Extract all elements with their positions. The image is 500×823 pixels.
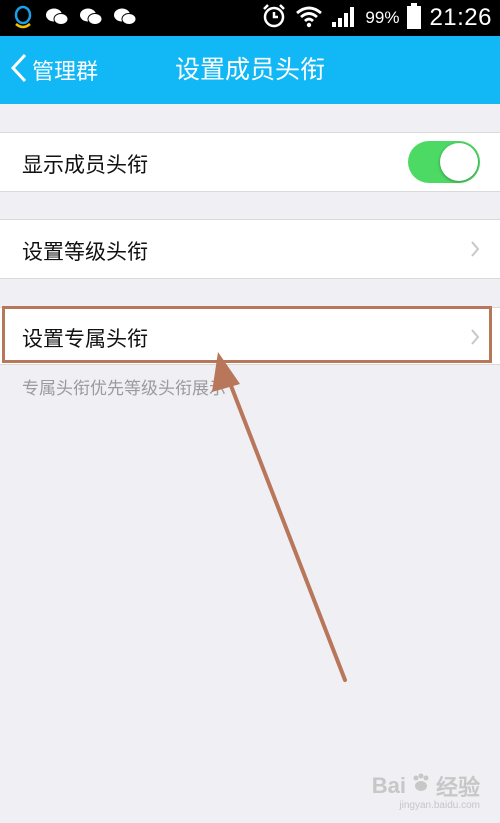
alarm-icon [261, 3, 287, 33]
watermark-url: jingyan.baidu.com [399, 800, 480, 811]
battery-percent: 99% [365, 8, 400, 27]
annotation-arrow [212, 352, 347, 682]
exclusive-titles-label: 设置专属头衔 [22, 327, 148, 351]
wechat-icon [78, 4, 104, 30]
signal-icon [331, 4, 357, 32]
qq-icon [10, 4, 36, 30]
show-titles-row: 显示成员头衔 [0, 132, 500, 192]
show-titles-toggle[interactable] [408, 141, 480, 183]
notification-icons [10, 4, 138, 30]
status-bar: 99% 21:26 [0, 0, 500, 36]
toggle-knob [440, 143, 478, 181]
baidu-jingyan-watermark: Bai 经验 jingyan.baidu.com [372, 770, 480, 811]
exclusive-titles-row[interactable]: 设置专属头衔 [0, 307, 500, 365]
back-button[interactable]: 管理群 [10, 36, 98, 104]
show-titles-label: 显示成员头衔 [22, 153, 148, 177]
level-titles-row[interactable]: 设置等级头衔 [0, 219, 500, 279]
chevron-left-icon [10, 53, 28, 87]
wechat-icon [44, 4, 70, 30]
level-titles-label: 设置等级头衔 [22, 240, 148, 264]
title-bar: 设置成员头衔 管理群 [0, 36, 500, 104]
battery-icon [407, 3, 422, 33]
wechat-icon [112, 4, 138, 30]
system-indicators: 99% 21:26 [261, 0, 492, 36]
chevron-right-icon [470, 328, 480, 350]
exclusive-titles-hint: 专属头衔优先等级头衔展示 [22, 379, 226, 399]
watermark-brand: Bai [371, 773, 406, 798]
wifi-icon [295, 4, 323, 32]
watermark-suffix: 经验 [435, 775, 480, 800]
back-label: 管理群 [32, 60, 99, 85]
chevron-right-icon [470, 240, 480, 262]
clock: 21:26 [429, 4, 492, 31]
paw-icon [410, 772, 432, 800]
